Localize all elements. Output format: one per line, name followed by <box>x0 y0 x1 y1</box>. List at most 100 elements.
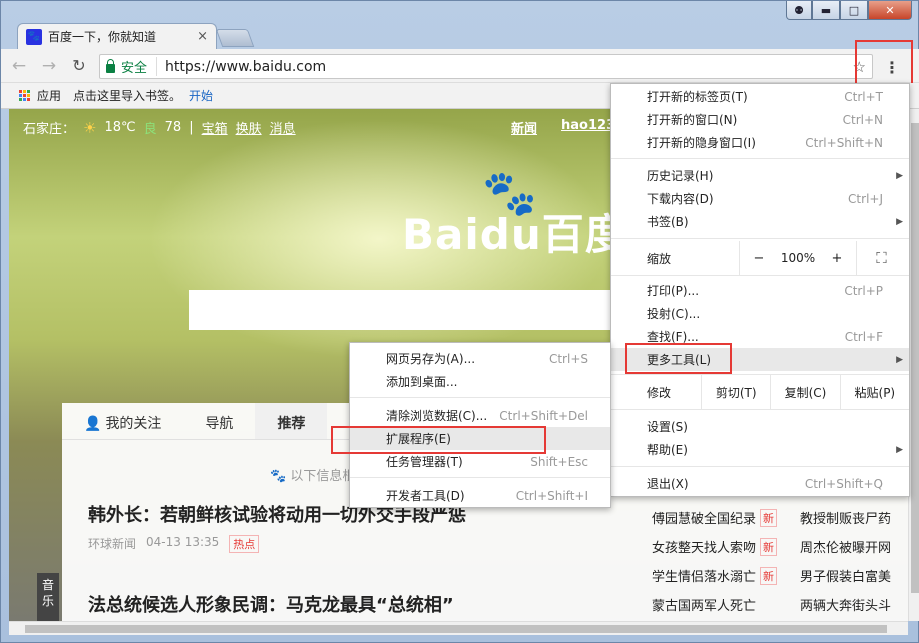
menu-shortcut: Shift+Esc <box>530 454 588 469</box>
zoom-out-button[interactable]: − <box>740 251 778 266</box>
submenu-save-page[interactable]: 网页另存为(A)... Ctrl+S <box>350 347 610 370</box>
submenu-add-to-desktop[interactable]: 添加到桌面... <box>350 370 610 393</box>
menu-label: 清除浏览数据(C)... <box>386 409 488 423</box>
menu-label: 退出(X) <box>647 477 689 491</box>
menu-separator <box>611 275 909 276</box>
link-change-skin[interactable]: 换肤 <box>236 118 262 137</box>
back-button[interactable]: ← <box>7 54 31 78</box>
list-item[interactable]: 蒙古国两军人死亡 <box>652 595 792 614</box>
menu-print[interactable]: 打印(P)... Ctrl+P <box>611 279 909 302</box>
zoom-in-button[interactable]: + <box>818 251 856 266</box>
edit-label: 修改 <box>647 385 672 400</box>
menu-new-window[interactable]: 打开新的窗口(N) Ctrl+N <box>611 108 909 131</box>
menu-settings[interactable]: 设置(S) <box>611 415 909 438</box>
menu-shortcut: Ctrl+F <box>844 329 883 344</box>
scroll-thumb[interactable] <box>911 123 919 593</box>
zoom-controls: − 100% + <box>739 241 856 275</box>
list-item[interactable]: 学生情侣落水溺亡新 <box>652 566 792 585</box>
menu-bookmarks[interactable]: 书签(B) ▶ <box>611 210 909 233</box>
menu-shortcut: Ctrl+Shift+I <box>515 488 588 503</box>
secure-label[interactable]: 安全 <box>121 57 158 76</box>
news-title: 蒙古国两军人死亡 <box>652 599 757 614</box>
headline-2[interactable]: 法总统候选人形象民调：马克龙最具“总统相” <box>88 591 454 617</box>
menu-shortcut: Ctrl+Shift+N <box>805 135 883 150</box>
close-window-button[interactable]: ✕ <box>868 1 912 20</box>
menu-label: 投射(C)... <box>647 307 701 321</box>
aqi-value: 78 <box>164 120 182 135</box>
lock-icon <box>106 58 115 73</box>
browser-window: ⚉ ▬ □ ✕ 🐾 百度一下，你就知道 × ← → ↻ 安全 https://w… <box>0 0 919 643</box>
menu-label: 书签(B) <box>647 215 689 229</box>
list-item[interactable]: 周杰伦被曝开网 <box>800 537 891 556</box>
menu-new-tab[interactable]: 打开新的标签页(T) Ctrl+T <box>611 85 909 108</box>
user-icon[interactable]: ⚉ <box>786 1 812 20</box>
list-item[interactable]: 两辆大奔街头斗 <box>800 595 891 614</box>
menu-separator <box>611 409 909 410</box>
tab-my-follow[interactable]: 👤 我的关注 <box>62 403 183 439</box>
menu-shortcut: Ctrl+S <box>548 351 588 366</box>
forward-button[interactable]: → <box>37 54 61 78</box>
scroll-thumb[interactable] <box>25 625 887 633</box>
new-badge: 新 <box>760 566 778 585</box>
submenu-clear-data[interactable]: 清除浏览数据(C)... Ctrl+Shift+Del <box>350 404 610 427</box>
maximize-button[interactable]: □ <box>840 1 868 20</box>
menu-label: 打开新的标签页(T) <box>647 90 748 104</box>
menu-separator <box>350 397 610 398</box>
cut-button[interactable]: 剪切(T) <box>701 375 770 409</box>
submenu-arrow-icon: ▶ <box>896 170 903 181</box>
headline-1-meta: 环球新闻 04-13 13:35 热点 <box>88 535 260 553</box>
bookmark-apps[interactable]: 应用 <box>37 87 61 104</box>
menu-cast[interactable]: 投射(C)... <box>611 302 909 325</box>
paste-button[interactable]: 粘贴(P) <box>839 375 909 409</box>
top-nav-links: 新闻 hao123 <box>511 118 615 137</box>
tab-navigation[interactable]: 导航 <box>183 403 255 439</box>
baidu-favicon-icon: 🐾 <box>26 28 42 45</box>
menu-label: 打印(P)... <box>647 284 700 298</box>
tab-baidu[interactable]: 🐾 百度一下，你就知道 × <box>17 23 217 49</box>
submenu-dev-tools[interactable]: 开发者工具(D) Ctrl+Shift+I <box>350 484 610 507</box>
submenu-arrow-icon: ▶ <box>896 444 903 455</box>
music-tab[interactable]: 音乐 <box>37 573 59 621</box>
chrome-main-menu: 打开新的标签页(T) Ctrl+T 打开新的窗口(N) Ctrl+N 打开新的隐身窗… <box>610 83 910 497</box>
reload-button[interactable]: ↻ <box>67 54 91 78</box>
list-item[interactable]: 男子假装白富美 <box>800 566 891 585</box>
menu-separator <box>611 466 909 467</box>
bookmark-import-hint: 点击这里导入书签。 <box>73 89 182 103</box>
highlight-box-extensions <box>331 426 546 454</box>
headline-1-time: 04-13 13:35 <box>146 535 220 549</box>
menu-exit[interactable]: 退出(X) Ctrl+Shift+Q <box>611 472 909 495</box>
horizontal-scrollbar[interactable] <box>9 621 908 635</box>
fullscreen-icon[interactable]: ⛶ <box>856 241 906 275</box>
search-input[interactable] <box>189 290 619 330</box>
link-treasure-box[interactable]: 宝箱 <box>202 118 228 137</box>
aqi-label: 良 <box>143 122 157 137</box>
menu-incognito[interactable]: 打开新的隐身窗口(I) Ctrl+Shift+N <box>611 131 909 154</box>
list-item[interactable]: 教授制贩丧尸药 <box>800 508 891 527</box>
list-item[interactable]: 女孩整天找人索吻新 <box>652 537 792 556</box>
url-text[interactable]: https://www.baidu.com <box>165 59 853 75</box>
list-item[interactable]: 傅园慧破全国纪录新 <box>652 508 792 527</box>
tab-close-icon[interactable]: × <box>197 29 208 44</box>
tab-recommend[interactable]: 推荐 <box>255 403 328 439</box>
menu-history[interactable]: 历史记录(H) ▶ <box>611 164 909 187</box>
zoom-label: 缩放 <box>647 251 672 266</box>
feed-hint: 🐾 以下信息根 <box>270 469 356 484</box>
link-messages[interactable]: 消息 <box>270 118 296 137</box>
more-tools-submenu: 网页另存为(A)... Ctrl+S 添加到桌面... 清除浏览数据(C)... C… <box>349 342 611 508</box>
sun-icon: ☀ <box>83 118 97 137</box>
zoom-value: 100% <box>780 251 816 265</box>
apps-icon[interactable] <box>19 89 31 102</box>
address-bar[interactable]: 安全 https://www.baidu.com ☆ <box>99 54 873 79</box>
minimize-button[interactable]: ▬ <box>812 1 840 20</box>
link-news[interactable]: 新闻 <box>511 118 537 137</box>
new-tab-button[interactable] <box>215 29 255 47</box>
menu-shortcut: Ctrl+T <box>844 89 883 104</box>
bookmark-start-link[interactable]: 开始 <box>189 87 213 104</box>
link-hao123[interactable]: hao123 <box>561 118 615 137</box>
copy-button[interactable]: 复制(C) <box>770 375 839 409</box>
menu-help[interactable]: 帮助(E) ▶ <box>611 438 909 461</box>
menu-downloads[interactable]: 下载内容(D) Ctrl+J <box>611 187 909 210</box>
highlight-box-menu-button <box>855 40 913 88</box>
new-badge: 新 <box>760 508 778 527</box>
baidu-logo: 🐾 Baidu百度 <box>402 168 628 262</box>
